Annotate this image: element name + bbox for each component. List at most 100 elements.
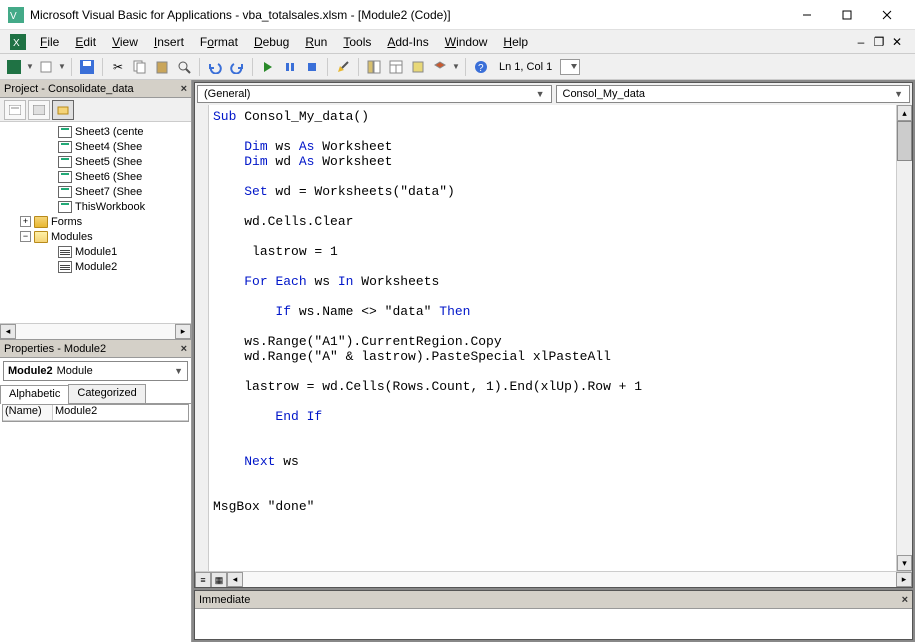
scroll-down-icon[interactable]: ▾: [897, 555, 912, 571]
folder-icon: [34, 216, 48, 228]
reset-icon[interactable]: [302, 57, 322, 77]
break-icon[interactable]: [280, 57, 300, 77]
object-browser-icon[interactable]: [408, 57, 428, 77]
properties-titlebar: Properties - Module2 ×: [0, 340, 191, 358]
view-code-icon[interactable]: [4, 100, 26, 120]
procedure-view-icon[interactable]: ≡: [195, 572, 211, 588]
properties-close-icon[interactable]: ×: [181, 343, 187, 355]
cursor-position: Ln 1, Col 1: [499, 61, 552, 73]
properties-window-icon[interactable]: [386, 57, 406, 77]
code-vscrollbar[interactable]: ▴ ▾: [896, 105, 912, 571]
project-panel-close-icon[interactable]: ×: [181, 83, 187, 95]
standard-toolbar: ▼ ▼ ✂ ▼ ? Ln 1, Col 1: [0, 54, 915, 80]
tree-sheet3[interactable]: Sheet3 (cente: [2, 124, 189, 139]
menu-edit[interactable]: Edit: [67, 33, 104, 51]
tree-thisworkbook[interactable]: ThisWorkbook: [2, 199, 189, 214]
scroll-right-icon[interactable]: ▸: [175, 324, 191, 339]
project-explorer-icon[interactable]: [364, 57, 384, 77]
tree-sheet6[interactable]: Sheet6 (Shee: [2, 169, 189, 184]
toolbox-icon[interactable]: [430, 57, 450, 77]
tree-sheet5[interactable]: Sheet5 (Shee: [2, 154, 189, 169]
properties-panel: Properties - Module2 × Module2Module ▼ A…: [0, 339, 191, 642]
scroll-right-icon[interactable]: ▸: [896, 572, 912, 587]
menu-file[interactable]: FFileile: [32, 33, 67, 51]
tree-sheet4[interactable]: Sheet4 (Shee: [2, 139, 189, 154]
menu-addins[interactable]: Add-Ins: [379, 33, 436, 51]
view-object-icon[interactable]: [28, 100, 50, 120]
code-window: (General)▼ Consol_My_data▼ Sub Consol_My…: [194, 82, 913, 588]
project-hscrollbar[interactable]: ◂ ▸: [0, 323, 191, 339]
copy-icon[interactable]: [130, 57, 150, 77]
insert-module-icon[interactable]: [36, 57, 56, 77]
close-button[interactable]: [867, 1, 907, 29]
object-combo[interactable]: (General)▼: [197, 85, 552, 103]
scroll-left-icon[interactable]: ◂: [0, 324, 16, 339]
property-row-name: (Name) Module2: [3, 405, 188, 421]
worksheet-icon: [58, 156, 72, 168]
menu-run[interactable]: Run: [297, 33, 335, 51]
scroll-thumb[interactable]: [897, 121, 912, 161]
collapse-icon[interactable]: −: [20, 231, 31, 242]
immediate-close-icon[interactable]: ×: [902, 594, 908, 606]
property-name-label: (Name): [3, 405, 53, 420]
code-margin[interactable]: [195, 105, 209, 571]
find-icon[interactable]: [174, 57, 194, 77]
cut-icon[interactable]: ✂: [108, 57, 128, 77]
tree-forms-folder[interactable]: +Forms: [2, 214, 189, 229]
view-excel-icon[interactable]: [4, 57, 24, 77]
menu-debug[interactable]: Debug: [246, 33, 297, 51]
undo-icon[interactable]: [205, 57, 225, 77]
dropdown-indicator-icon[interactable]: ▼: [58, 62, 66, 71]
scroll-left-icon[interactable]: ◂: [227, 572, 243, 587]
run-icon[interactable]: [258, 57, 278, 77]
svg-text:X: X: [13, 38, 20, 49]
mdi-minimize-button[interactable]: –: [853, 35, 869, 49]
full-module-view-icon[interactable]: ▦: [211, 572, 227, 588]
expand-icon[interactable]: +: [20, 216, 31, 227]
toggle-folders-icon[interactable]: [52, 100, 74, 120]
menu-tools[interactable]: Tools: [335, 33, 379, 51]
scroll-up-icon[interactable]: ▴: [897, 105, 912, 121]
tree-modules-folder[interactable]: −Modules: [2, 229, 189, 244]
save-icon[interactable]: [77, 57, 97, 77]
design-mode-icon[interactable]: [333, 57, 353, 77]
menu-format[interactable]: Format: [192, 33, 246, 51]
module-icon: [58, 261, 72, 273]
toolbar-slider[interactable]: [560, 59, 580, 75]
redo-icon[interactable]: [227, 57, 247, 77]
tab-categorized[interactable]: Categorized: [68, 384, 145, 403]
tree-module2[interactable]: Module2: [2, 259, 189, 274]
tree-module1[interactable]: Module1: [2, 244, 189, 259]
menu-help[interactable]: Help: [495, 33, 536, 51]
help-icon[interactable]: ?: [471, 57, 491, 77]
paste-icon[interactable]: [152, 57, 172, 77]
dropdown-indicator-icon[interactable]: ▼: [452, 62, 460, 71]
excel-icon[interactable]: X: [10, 34, 26, 50]
project-panel-toolbar: [0, 98, 191, 122]
menu-window[interactable]: Window: [437, 33, 496, 51]
code-hscrollbar[interactable]: ≡ ▦ ◂ ▸: [195, 571, 912, 587]
vba-app-icon: V: [8, 7, 24, 23]
properties-object-combo[interactable]: Module2Module ▼: [3, 361, 188, 381]
property-value-input[interactable]: Module2: [53, 405, 188, 420]
menu-insert[interactable]: Insert: [146, 33, 192, 51]
code-editor[interactable]: Sub Consol_My_data() Dim ws As Worksheet…: [209, 105, 896, 571]
procedure-combo[interactable]: Consol_My_data▼: [556, 85, 911, 103]
immediate-titlebar: Immediate ×: [195, 591, 912, 609]
svg-text:?: ?: [478, 63, 484, 74]
dropdown-indicator-icon[interactable]: ▼: [26, 62, 34, 71]
tree-sheet7[interactable]: Sheet7 (Shee: [2, 184, 189, 199]
mdi-close-button[interactable]: ✕: [889, 35, 905, 49]
chevron-down-icon: ▼: [536, 89, 545, 99]
project-tree[interactable]: Sheet3 (cente Sheet4 (Shee Sheet5 (Shee …: [0, 122, 191, 323]
minimize-button[interactable]: [787, 1, 827, 29]
immediate-input[interactable]: [195, 609, 912, 639]
menu-view[interactable]: View: [104, 33, 146, 51]
maximize-button[interactable]: [827, 1, 867, 29]
properties-grid: (Name) Module2: [2, 404, 189, 422]
mdi-restore-button[interactable]: ❐: [871, 35, 887, 49]
worksheet-icon: [58, 126, 72, 138]
properties-title: Properties - Module2: [4, 343, 106, 355]
worksheet-icon: [58, 141, 72, 153]
tab-alphabetic[interactable]: Alphabetic: [0, 385, 69, 404]
